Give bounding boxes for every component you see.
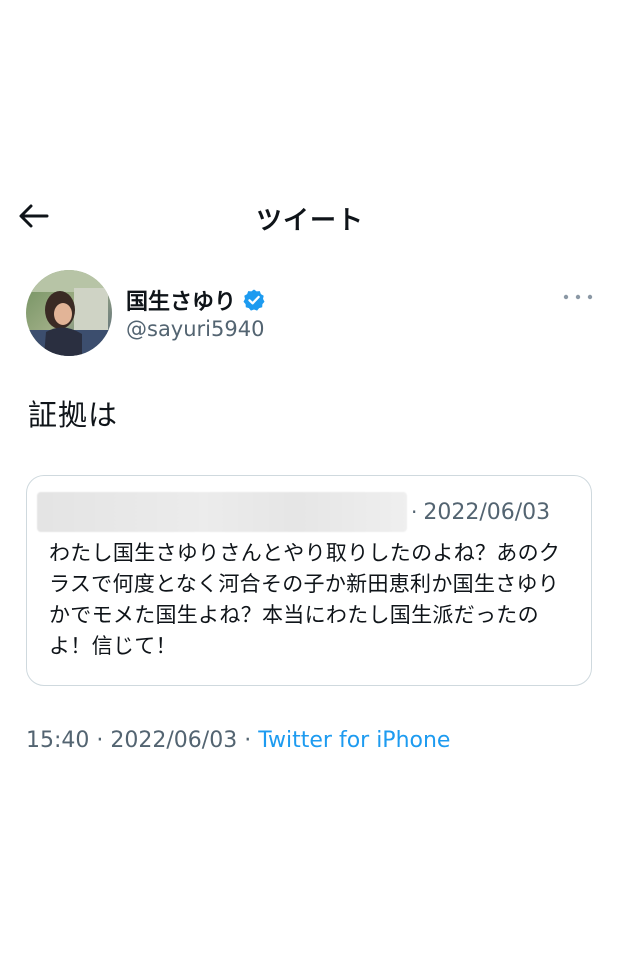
more-horizontal-icon — [563, 294, 593, 300]
tweet-time: 15:40 — [26, 728, 90, 753]
tweet-author: 国生さゆり @sayuri5940 — [26, 270, 596, 360]
tweet-source-link[interactable]: Twitter for iPhone — [258, 728, 450, 753]
user-handle[interactable]: @sayuri5940 — [126, 317, 264, 341]
verified-badge-icon — [243, 289, 265, 311]
name-row: 国生さゆり — [126, 285, 266, 315]
tweet-date: 2022/06/03 — [110, 728, 238, 753]
quoted-tweet-header: · 2022/06/03 — [37, 492, 550, 532]
separator-dot: · — [244, 728, 252, 753]
quoted-tweet[interactable]: · 2022/06/03 わたし国生さゆりさんとやり取りしたのよね？あのクラスで… — [26, 475, 592, 686]
separator-dot: · — [96, 728, 104, 753]
quoted-tweet-date: 2022/06/03 — [423, 499, 551, 525]
tweet-meta: 15:40 · 2022/06/03 · Twitter for iPhone — [26, 728, 450, 753]
more-options-button[interactable] — [560, 286, 596, 308]
page-title: ツイート — [255, 206, 364, 236]
tweet-text: 証拠は — [28, 398, 119, 432]
separator-dot: · — [411, 500, 418, 524]
avatar[interactable] — [26, 270, 112, 356]
top-bar: ツイート — [0, 188, 620, 244]
quoted-tweet-text: わたし国生さゆりさんとやり取りしたのよね？あのクラスで何度となく河合その子か新田… — [49, 541, 561, 658]
display-name[interactable]: 国生さゆり — [126, 284, 236, 316]
blurred-author-info — [37, 492, 407, 532]
